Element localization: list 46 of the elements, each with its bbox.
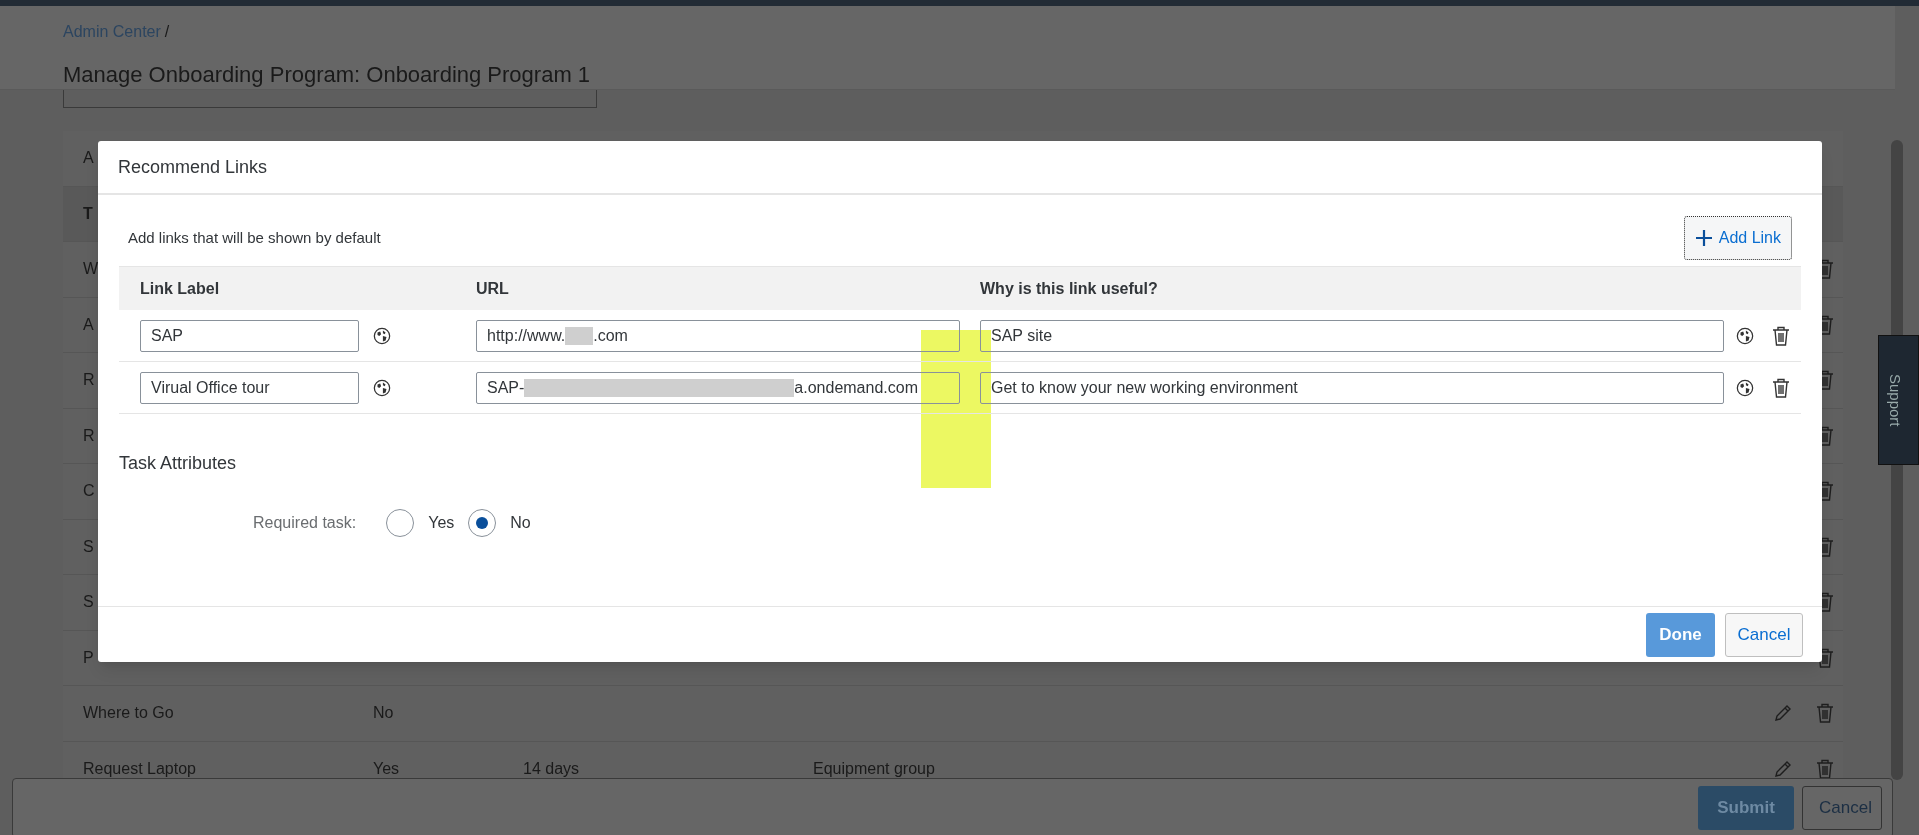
- table-cell: No: [373, 704, 394, 722]
- column-header: URL: [476, 278, 510, 299]
- redaction-block: [565, 326, 594, 345]
- radio-label: Yes: [428, 513, 455, 533]
- support-tab[interactable]: Support: [1878, 335, 1919, 465]
- table-cell: P: [83, 648, 94, 666]
- page-title: Manage Onboarding Program: Onboarding Program 1: [63, 61, 592, 89]
- table-cell: T: [83, 204, 93, 222]
- breadcrumb-separator: /: [164, 22, 170, 42]
- table-cell: Where to Go: [83, 704, 174, 722]
- description-field[interactable]: SAP site: [980, 319, 1724, 352]
- section-title: Task Attributes: [119, 452, 238, 475]
- instruction-text: Add links that will be shown by default: [128, 227, 381, 248]
- trash-icon[interactable]: [1772, 377, 1790, 398]
- url-field[interactable]: SAP- a.ondemand.com: [476, 371, 960, 404]
- link-label-field[interactable]: Virual Office tour: [140, 371, 359, 404]
- table-cell: S: [83, 593, 94, 611]
- plus-icon: [1694, 229, 1713, 247]
- link-label-field[interactable]: SAP: [140, 319, 359, 352]
- table-cell: Request Laptop: [83, 759, 196, 777]
- table-cell: C: [83, 482, 95, 500]
- table-cell: Yes: [373, 759, 400, 777]
- cancel-button[interactable]: Cancel: [1725, 612, 1803, 657]
- table-cell: Equipment group: [813, 759, 935, 777]
- table-cell: 14 days: [523, 759, 580, 777]
- globe-icon[interactable]: [373, 378, 391, 397]
- table-cell: R: [83, 371, 95, 389]
- table-cell: A: [83, 315, 94, 333]
- dialog-title: Recommend Links: [118, 155, 268, 179]
- table-cell: W: [83, 260, 99, 278]
- pencil-icon[interactable]: [1774, 704, 1792, 723]
- globe-icon[interactable]: [373, 326, 391, 345]
- add-link-button[interactable]: Add Link: [1683, 216, 1792, 260]
- field-label: Required task:: [253, 513, 357, 533]
- pencil-icon[interactable]: [1774, 759, 1792, 778]
- column-header: Why is this link useful?: [980, 278, 1158, 299]
- column-header: Link Label: [139, 278, 221, 299]
- table-cell: S: [83, 537, 94, 555]
- table-cell: R: [83, 426, 95, 444]
- table-cell: A: [83, 149, 94, 167]
- url-field[interactable]: http://www. .com: [476, 319, 960, 352]
- globe-icon[interactable]: [1736, 326, 1754, 345]
- globe-icon[interactable]: [1736, 378, 1754, 397]
- radio-label: No: [510, 513, 531, 533]
- description-field[interactable]: Get to know your new working environment: [980, 371, 1724, 404]
- trash-icon[interactable]: [1772, 325, 1790, 346]
